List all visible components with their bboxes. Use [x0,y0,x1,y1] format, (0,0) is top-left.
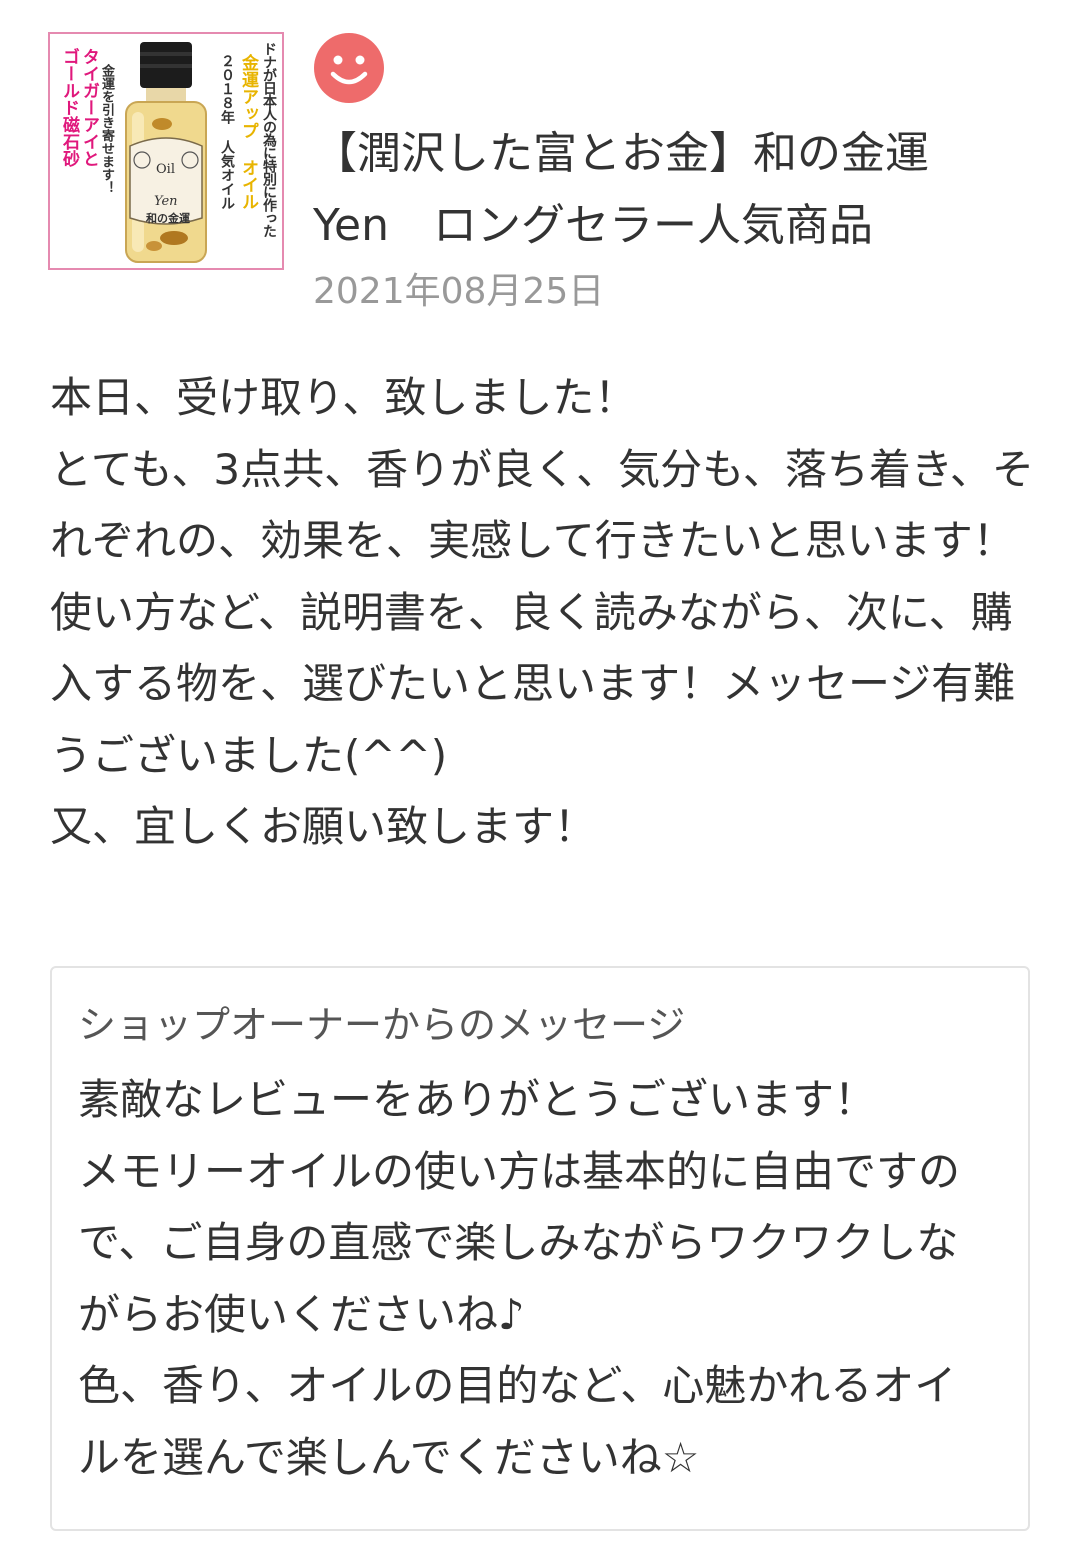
owner-reply-line: メモリーオイルの使い方は基本的に自由ですので、ご自身の直感で楽しみながらワクワク… [78,1146,961,1339]
review-line: 使い方など、説明書を、良く読みながら、次に、購入する物を、選びたいと思います！メ… [50,587,1016,780]
review-date: 2021年08月25日 [313,271,605,312]
thumbnail-text-6: 金運を引き寄せます！ [99,64,114,194]
bottle-label-oil: Oil [156,162,175,177]
review-line: とても、3点共、香りが良く、気分も、落ち着き、それぞれの、効果を、実感して行きた… [50,444,1034,566]
review-text: 本日、受け取り、致しました！ とても、3点共、香りが良く、気分も、落ち着き、それ… [50,362,1035,863]
review-line: 本日、受け取り、致しました！ [50,373,637,422]
owner-reply-line: 素敵なレビューをありがとうございます！ [78,1075,877,1124]
thumbnail-text-2: 金運アップ オイル [238,54,258,210]
product-title[interactable]: 【潤沢した富とお金】和の金運 Yen ロングセラー人気商品 [313,118,1013,262]
review-line: 又、宜しくお願い致します！ [50,802,597,851]
thumbnail-text-1: ドナが日本人の為に特別に作った [261,42,277,237]
bottle-label-yen: Yen [154,194,178,209]
smiley-face-icon [314,33,384,103]
owner-reply-line: 色、香り、オイルの目的など、心魅かれるオイルを選んで楽しんでくださいね☆ [78,1361,957,1482]
review-card: ドナが日本人の為に特別に作った 金運アップ オイル ２０１８年 人気オイル タイ… [0,0,1080,1548]
owner-reply-text: 素敵なレビューをありがとうございます！ メモリーオイルの使い方は基本的に自由です… [78,1064,998,1493]
owner-reply-heading: ショップオーナーからのメッセージ [78,1003,686,1047]
product-thumbnail[interactable]: ドナが日本人の為に特別に作った 金運アップ オイル ２０１８年 人気オイル タイ… [48,32,284,270]
thumbnail-text-5: ゴールド磁石砂 [59,48,79,167]
oil-bottle-image [125,42,207,263]
thumbnail-text-3: ２０１８年 人気オイル [219,54,235,210]
owner-reply-box: ショップオーナーからのメッセージ 素敵なレビューをありがとうございます！ メモリ… [50,966,1030,1531]
thumbnail-text-4: タイガーアイと [79,48,99,167]
bottle-label-jp: 和の金運 [146,212,190,225]
